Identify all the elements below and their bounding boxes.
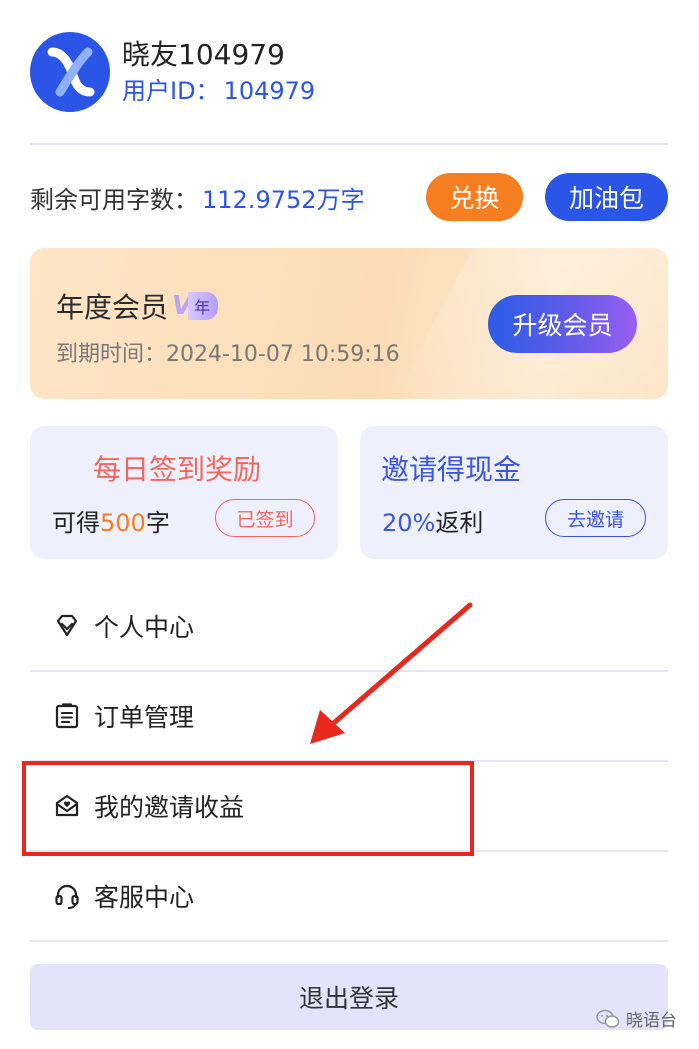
go-invite-button[interactable]: 去邀请 bbox=[545, 499, 646, 537]
diamond-icon bbox=[52, 611, 82, 641]
user-id-label: 用户ID： bbox=[122, 77, 220, 105]
username: 晓友104979 bbox=[122, 38, 285, 71]
menu-item-customer-service[interactable]: 客服中心 bbox=[30, 852, 668, 940]
user-id-value: 104979 bbox=[223, 77, 316, 105]
balance-label: 剩余可用字数： bbox=[30, 185, 198, 214]
membership-expire: 到期时间：2024-10-07 10:59:16 bbox=[56, 342, 400, 367]
checkin-suffix: 字 bbox=[145, 509, 170, 537]
wechat-icon bbox=[596, 1009, 620, 1029]
menu-item-label: 订单管理 bbox=[94, 703, 195, 732]
checked-in-button[interactable]: 已签到 bbox=[215, 499, 315, 537]
logout-button[interactable]: 退出登录 bbox=[30, 964, 668, 1030]
checkin-prefix: 可得 bbox=[52, 509, 100, 537]
balance-value: 112.9752万字 bbox=[202, 185, 365, 214]
divider bbox=[30, 143, 668, 145]
headset-icon bbox=[52, 881, 82, 911]
vip-badge: V 年 bbox=[172, 291, 219, 321]
avatar[interactable] bbox=[30, 32, 110, 112]
checkin-title: 每日签到奖励 bbox=[92, 453, 261, 486]
highlight-box bbox=[22, 761, 474, 856]
watermark-text: 晓语台 bbox=[626, 1011, 677, 1031]
invite-title: 邀请得现金 bbox=[381, 453, 522, 486]
watermark: 晓语台 bbox=[596, 1006, 677, 1031]
membership-title-row: 年度会员 V 年 bbox=[56, 286, 219, 326]
membership-card: 年度会员 V 年 到期时间：2024-10-07 10:59:16 升级会员 bbox=[30, 248, 668, 399]
annotation-arrow-icon bbox=[310, 602, 473, 744]
exchange-button[interactable]: 兑换 bbox=[426, 173, 523, 221]
vip-badge-text: 年 bbox=[188, 292, 219, 320]
menu-item-label: 客服中心 bbox=[94, 883, 195, 912]
upgrade-button[interactable]: 升级会员 bbox=[488, 295, 637, 353]
balance-row: 剩余可用字数： 112.9752万字 兑换 加油包 bbox=[30, 172, 668, 222]
user-profile: 晓友104979 用户ID： 104979 bbox=[30, 32, 315, 112]
checkin-amount: 500 bbox=[100, 509, 146, 537]
divider bbox=[30, 940, 668, 942]
boost-pack-button[interactable]: 加油包 bbox=[545, 173, 668, 221]
menu-item-label: 个人中心 bbox=[94, 613, 195, 642]
invite-rate: 20% bbox=[382, 509, 436, 537]
invite-suffix: 返利 bbox=[435, 509, 484, 537]
brand-logo-icon bbox=[47, 47, 95, 97]
invite-card[interactable]: 邀请得现金 20%返利 去邀请 bbox=[360, 426, 668, 559]
checkin-reward: 可得500字 bbox=[52, 503, 170, 538]
user-id: 用户ID： 104979 bbox=[122, 74, 315, 108]
invite-reward: 20%返利 bbox=[382, 503, 483, 538]
membership-title: 年度会员 bbox=[56, 291, 169, 324]
clipboard-icon bbox=[52, 701, 82, 731]
checkin-card[interactable]: 每日签到奖励 可得500字 已签到 bbox=[30, 426, 338, 559]
